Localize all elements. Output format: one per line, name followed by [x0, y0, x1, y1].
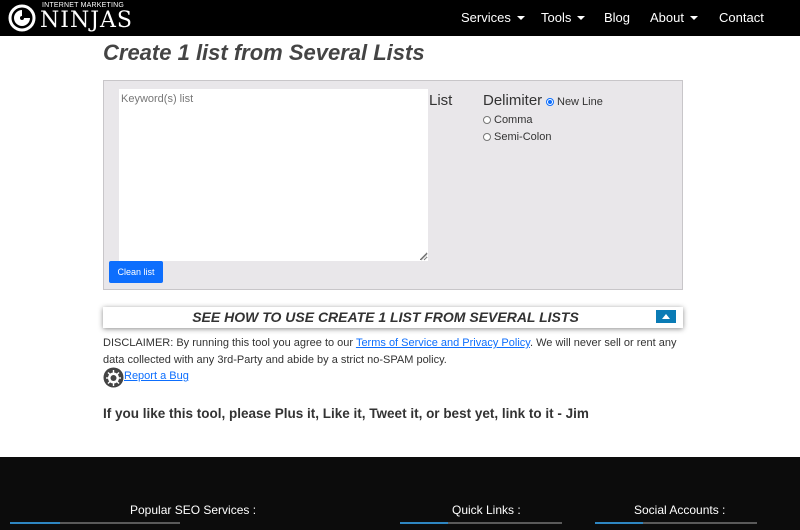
top-navbar: INTERNET MARKETING NINJAS Services Tools… — [0, 0, 800, 36]
triangle-up-icon — [662, 314, 670, 319]
delimiter-comma[interactable]: Comma — [483, 114, 533, 126]
footer-divider-accent — [400, 522, 448, 524]
footer-quick-links-heading: Quick Links : — [452, 503, 521, 517]
footer-popular-services-heading: Popular SEO Services : — [130, 503, 257, 517]
tool-panel: List Delimiter New Line Comma Semi-Colon… — [103, 80, 683, 290]
delimiter-new-line[interactable]: New Line — [546, 96, 603, 108]
nav-contact-label: Contact — [719, 10, 764, 25]
footer: Popular SEO Services : Quick Links : Soc… — [0, 457, 800, 530]
caret-down-icon — [516, 16, 525, 20]
footer-divider — [595, 522, 757, 524]
how-to-panel-header[interactable]: SEE HOW TO USE CREATE 1 LIST FROM SEVERA… — [103, 307, 683, 328]
logo[interactable]: INTERNET MARKETING NINJAS — [8, 2, 132, 34]
terms-link[interactable]: Terms of Service and Privacy Policy — [356, 337, 530, 349]
logo-wordmark: NINJAS — [40, 8, 133, 33]
footer-divider — [10, 522, 180, 524]
nav-blog-label: Blog — [604, 10, 631, 25]
nav-tools[interactable]: Tools — [541, 10, 586, 25]
bug-icon[interactable] — [103, 367, 124, 388]
list-label: List — [429, 92, 453, 109]
nav-contact[interactable]: Contact — [719, 10, 764, 25]
collapse-toggle-button[interactable] — [656, 310, 676, 323]
clean-list-button[interactable]: Clean list — [109, 261, 163, 283]
radio-comma[interactable] — [483, 116, 491, 124]
nav-tools-label: Tools — [541, 10, 572, 25]
nav-services[interactable]: Services — [461, 10, 525, 25]
delimiter-semi-colon[interactable]: Semi-Colon — [483, 131, 551, 143]
disclaimer-prefix: DISCLAIMER: By running this tool you agr… — [103, 337, 356, 349]
footer-social-accounts-heading: Social Accounts : — [634, 503, 726, 517]
report-bug-link[interactable]: Report a Bug — [124, 370, 189, 382]
caret-down-icon — [577, 16, 586, 20]
footer-divider — [400, 522, 562, 524]
keyword-list-input[interactable] — [119, 89, 428, 261]
caret-down-icon — [689, 16, 698, 20]
share-prompt: If you like this tool, please Plus it, L… — [103, 406, 589, 421]
footer-divider-accent — [595, 522, 643, 524]
nav-blog[interactable]: Blog — [604, 10, 630, 25]
delimiter-comma-label: Comma — [494, 114, 533, 126]
nav-about[interactable]: About — [650, 10, 698, 25]
radio-new-line[interactable] — [546, 98, 554, 106]
delimiter-semi-colon-label: Semi-Colon — [494, 131, 552, 143]
disclaimer-text: DISCLAIMER: By running this tool you agr… — [103, 335, 693, 369]
radio-semi-colon[interactable] — [483, 133, 491, 141]
delimiter-new-line-label: New Line — [557, 96, 603, 108]
page-title: Create 1 list from Several Lists — [103, 40, 425, 65]
nav-about-label: About — [650, 10, 684, 25]
ninja-swirl-icon — [8, 4, 36, 32]
nav-services-label: Services — [461, 10, 511, 25]
footer-divider-accent — [10, 522, 60, 524]
resize-grip-icon[interactable] — [420, 253, 428, 261]
delimiter-label: Delimiter — [483, 92, 543, 109]
how-to-title: SEE HOW TO USE CREATE 1 LIST FROM SEVERA… — [192, 309, 579, 325]
